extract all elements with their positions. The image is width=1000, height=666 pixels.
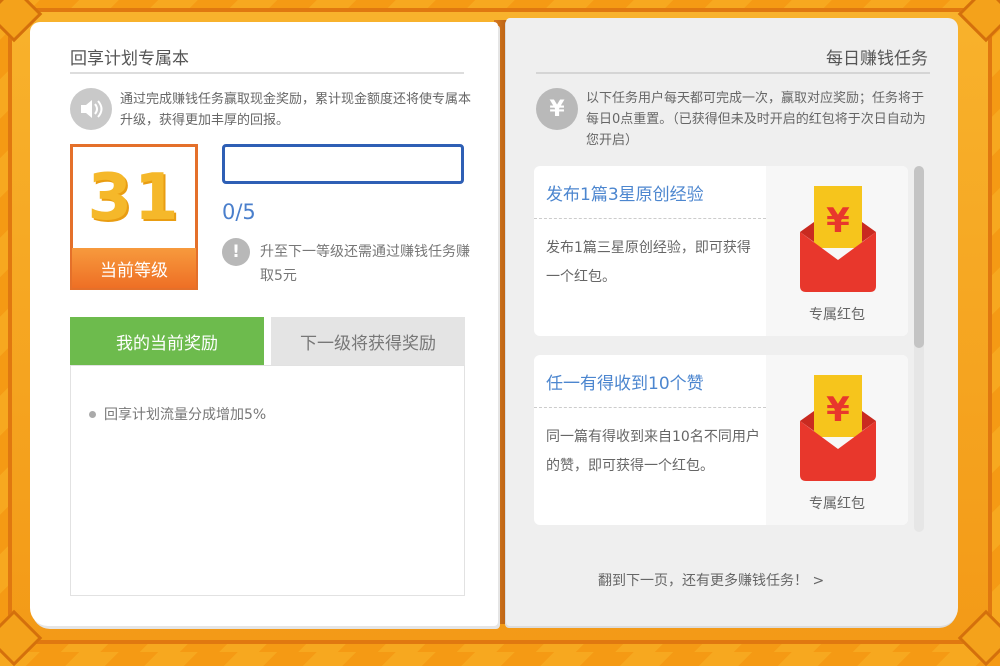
task-divider [534,407,766,408]
right-page: 每日赚钱任务 ¥ 以下任务用户每天都可完成一次，赢取对应奖励；任务将于每日0点重… [506,18,958,626]
yen-icon: ¥ [536,88,578,130]
exclamation-icon: ! [222,238,250,266]
frame-corner [957,0,1000,43]
frame-corner [957,609,1000,666]
task-description: 发布1篇三星原创经验，即可获得一个红包。 [546,240,751,285]
title-divider [70,72,464,74]
task-intro: 以下任务用户每天都可完成一次，赢取对应奖励；任务将于每日0点重置。（已获得但未及… [586,91,926,148]
reward-panel: 回享计划流量分成增加5% [70,365,465,596]
task-title[interactable]: 发布1篇3星原创经验 [546,180,704,205]
red-packet-icon: ¥ [800,186,876,292]
left-page: 回享计划专属本 通过完成赚钱任务赢取现金奖励，累计现金额度还将使专属本升级，获得… [30,22,498,626]
reward-label: 专属红包 [809,307,865,323]
task-reward: ¥ 专属红包 [766,166,908,336]
level-label: 当前等级 [72,248,196,288]
svg-text:¥: ¥ [826,390,850,430]
reward-label: 专属红包 [809,496,865,512]
progress-count: 0/5 [222,200,256,224]
red-packet-icon: ¥ [800,375,876,481]
task-divider [534,218,766,219]
svg-text:¥: ¥ [826,201,850,241]
bullet-icon [89,410,96,418]
task-card: 发布1篇3星原创经验 发布1篇三星原创经验，即可获得一个红包。 ¥ 专属红包 [534,166,908,336]
task-card: 任一有得收到10个赞 同一篇有得收到来自10名不同用户的赞，即可获得一个红包。 … [534,355,908,525]
task-scrollbar[interactable] [914,166,924,532]
list-item: 回享计划流量分成增加5% [89,404,266,424]
task-title[interactable]: 任一有得收到10个赞 [546,369,704,394]
title-divider [536,72,930,74]
reward-text: 回享计划流量分成增加5% [104,407,267,423]
notice-text: 通过完成赚钱任务赢取现金奖励，累计现金额度还将使专属本升级，获得更加丰厚的回报。 [120,92,472,128]
task-reward: ¥ 专属红包 [766,355,908,525]
level-number: 31 [87,161,181,235]
next-page-link[interactable]: 翻到下一页，还有更多赚钱任务！ > [598,570,824,590]
page-title: 回享计划专属本 [70,49,189,69]
level-badge: 31 当前等级 [70,144,198,290]
scrollbar-thumb[interactable] [914,166,924,348]
tab-current-rewards[interactable]: 我的当前奖励 [70,317,264,365]
tab-next-rewards[interactable]: 下一级将获得奖励 [271,317,465,365]
task-description: 同一篇有得收到来自10名不同用户的赞，即可获得一个红包。 [546,429,760,474]
page-title: 每日赚钱任务 [826,49,928,69]
upgrade-hint: 升至下一等级还需通过赚钱任务赚取5元 [260,244,470,284]
speaker-icon [70,88,112,130]
level-progress-bar [222,144,464,184]
